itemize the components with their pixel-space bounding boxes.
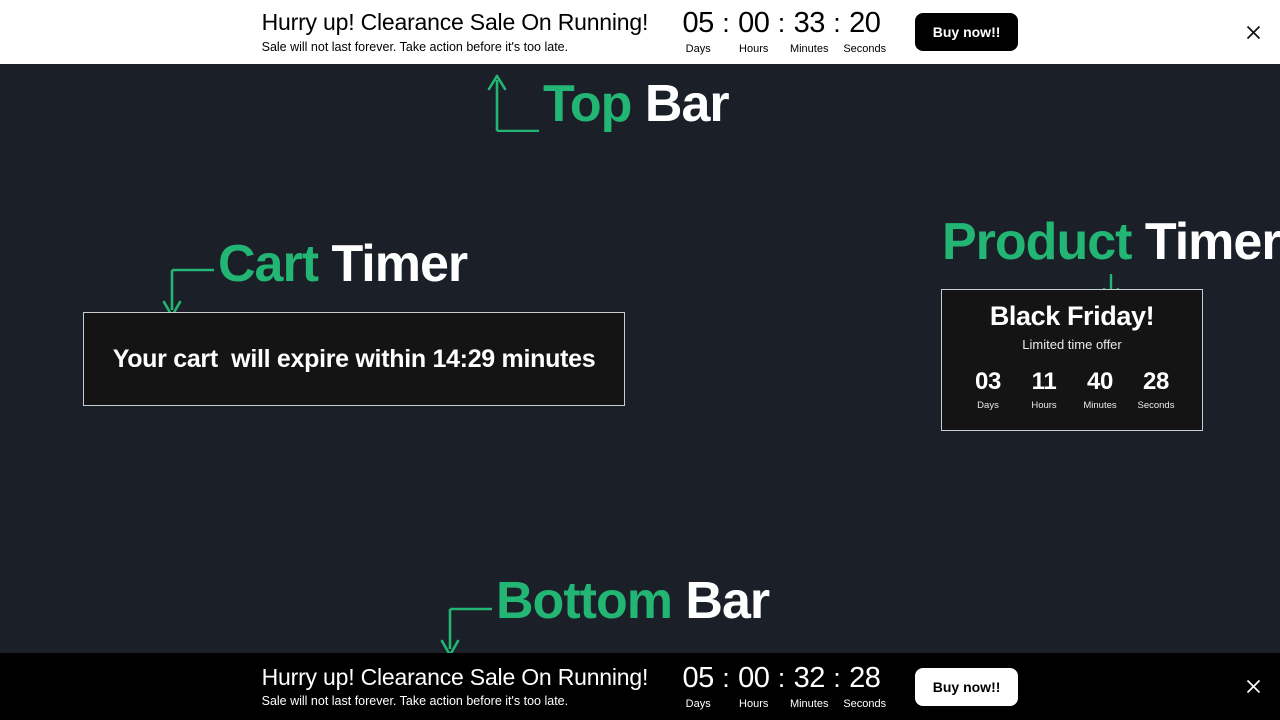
countdown-seconds-label: Seconds: [843, 43, 887, 55]
bottom-bar-close-icon[interactable]: [1240, 674, 1266, 700]
top-announcement-bar: Hurry up! Clearance Sale On Running! Sal…: [0, 0, 1280, 64]
product-timer-widget: Black Friday! Limited time offer 03 Days…: [941, 289, 1203, 431]
annotation-top-bar: Top Bar: [485, 70, 730, 137]
countdown-unit-seconds: 20 Seconds: [839, 9, 891, 55]
bottom-bar-text-block: Hurry up! Clearance Sale On Running! Sal…: [262, 664, 649, 710]
countdown-minutes-label: Minutes: [789, 697, 829, 710]
countdown-minutes-value: 33: [793, 7, 826, 39]
countdown-unit-hours: 00 Hours: [728, 9, 780, 55]
countdown-hours-label: Hours: [739, 697, 769, 710]
annotation-accent-word: Cart: [218, 235, 319, 293]
countdown-unit-hours: 00 Hours: [728, 661, 780, 710]
annotation-accent-word: Bottom: [496, 572, 673, 630]
product-countdown-unit-seconds: 28 Seconds: [1135, 367, 1177, 411]
product-countdown-minutes-label: Minutes: [1083, 399, 1117, 411]
countdown-days-value: 05: [682, 7, 715, 39]
product-timer-countdown: 03 Days 11 Hours 40 Minutes 28 Seconds: [967, 367, 1177, 411]
countdown-hours-value: 00: [738, 661, 770, 694]
annotation-plain-word: Bar: [671, 572, 770, 630]
countdown-unit-days: 05 Days: [672, 9, 724, 55]
top-bar-countdown: 05 Days : 00 Hours : 33 Minutes : 20 Sec…: [672, 9, 891, 55]
product-countdown-unit-hours: 11 Hours: [1023, 367, 1065, 411]
top-bar-subtext: Sale will not last forever. Take action …: [261, 39, 569, 54]
cart-timer-message: Your cart will expire within 14:29 minut…: [112, 344, 596, 373]
annotation-accent-word: Top: [543, 74, 632, 133]
bottom-announcement-bar: Hurry up! Clearance Sale On Running! Sal…: [0, 653, 1280, 720]
product-countdown-minutes-value: 40: [1086, 367, 1114, 395]
countdown-minutes-value: 32: [793, 661, 826, 694]
annotation-plain-word: Timer: [318, 235, 468, 293]
annotation-product-timer-title: Product Timer: [942, 216, 1280, 268]
countdown-seconds-value: 20: [849, 7, 881, 39]
product-countdown-days-value: 03: [974, 367, 1002, 395]
cart-timer-widget: Your cart will expire within 14:29 minut…: [83, 312, 625, 406]
product-countdown-days-label: Days: [977, 399, 999, 411]
countdown-unit-minutes: 33 Minutes: [783, 9, 835, 55]
countdown-seconds-label: Seconds: [843, 697, 887, 710]
product-countdown-unit-minutes: 40 Minutes: [1079, 367, 1121, 411]
product-countdown-seconds-label: Seconds: [1137, 399, 1175, 411]
annotation-plain-word: Bar: [631, 74, 730, 133]
product-timer-subtitle: Limited time offer: [1022, 336, 1122, 352]
bottom-bar-headline: Hurry up! Clearance Sale On Running!: [261, 663, 649, 690]
bottom-bar-countdown: 05 Days : 00 Hours : 32 Minutes : 28 Sec…: [672, 661, 891, 710]
bottom-bar-subtext: Sale will not last forever. Take action …: [261, 694, 569, 709]
countdown-seconds-value: 28: [849, 661, 881, 694]
countdown-unit-days: 05 Days: [672, 661, 724, 710]
top-bar-text-block: Hurry up! Clearance Sale On Running! Sal…: [262, 9, 649, 55]
product-countdown-hours-value: 11: [1031, 367, 1057, 395]
annotation-top-bar-title: Top Bar: [543, 74, 730, 133]
product-timer-title: Black Friday!: [989, 301, 1155, 331]
countdown-days-value: 05: [682, 661, 715, 694]
top-bar-buy-now-button[interactable]: Buy now!!: [914, 13, 1019, 51]
countdown-hours-label: Hours: [739, 43, 769, 55]
countdown-unit-minutes: 32 Minutes: [783, 661, 835, 710]
top-bar-close-icon[interactable]: [1240, 19, 1266, 45]
product-countdown-hours-label: Hours: [1031, 399, 1057, 411]
annotation-bottom-bar: Bottom Bar: [438, 572, 770, 657]
top-bar-headline: Hurry up! Clearance Sale On Running!: [261, 9, 649, 36]
countdown-days-label: Days: [685, 43, 711, 55]
elbow-arrow-up-icon: [485, 70, 543, 137]
countdown-hours-value: 00: [738, 7, 770, 39]
countdown-minutes-label: Minutes: [789, 43, 829, 55]
countdown-days-label: Days: [685, 697, 711, 710]
annotation-accent-word: Product: [942, 213, 1132, 271]
annotation-plain-word: Timer: [1131, 213, 1280, 271]
bottom-bar-buy-now-button[interactable]: Buy now!!: [914, 667, 1019, 706]
annotation-cart-timer: Cart Timer: [160, 235, 468, 318]
product-countdown-seconds-value: 28: [1142, 367, 1170, 395]
countdown-unit-seconds: 28 Seconds: [839, 661, 891, 710]
product-countdown-unit-days: 03 Days: [967, 367, 1009, 411]
